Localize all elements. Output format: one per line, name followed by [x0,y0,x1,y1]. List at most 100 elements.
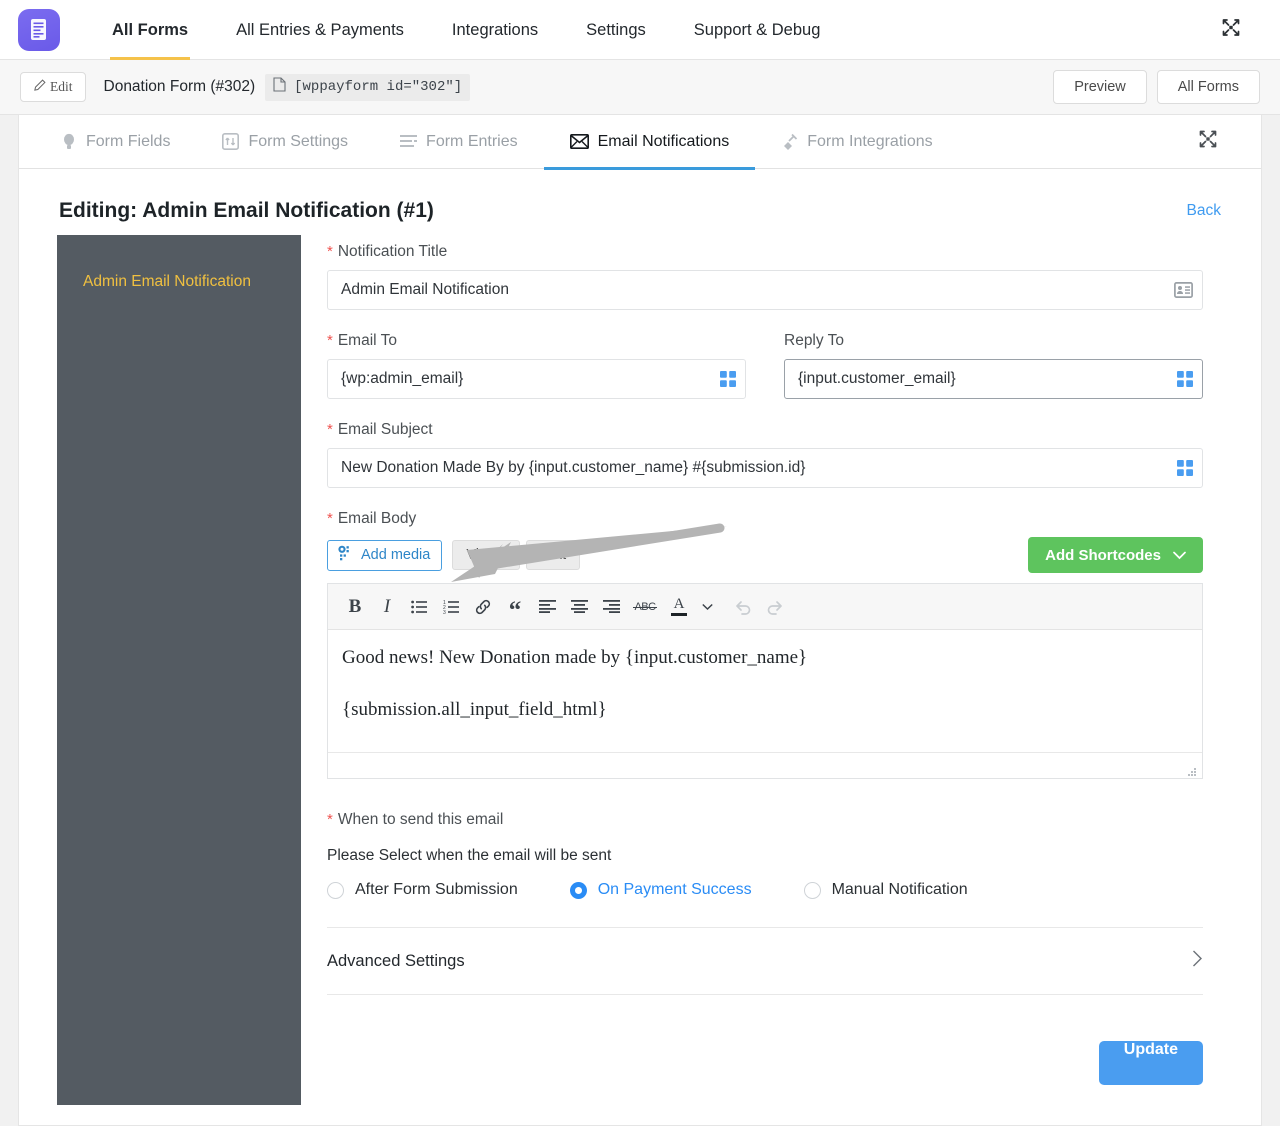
editing-header: Editing: Admin Email Notification (#1) B… [19,169,1261,235]
preview-label: Preview [1074,79,1126,95]
tab-label: Form Entries [426,132,518,150]
topnav-item-integrations[interactable]: Integrations [428,0,562,60]
email-subject-input[interactable] [327,448,1203,488]
tab-form-integrations[interactable]: Form Integrations [755,115,958,169]
reply-to-label: Reply To [784,332,1203,350]
page-title: Editing: Admin Email Notification (#1) [59,199,434,222]
text-color-icon[interactable]: A [664,592,694,622]
chevron-down-icon [1173,547,1186,564]
notification-list-sidebar: Admin Email Notification [57,235,301,1105]
tab-label: Form Integrations [807,132,933,150]
topnav-label: All Forms [112,20,189,39]
text-color-swatch [671,613,687,616]
tab-email-notifications[interactable]: Email Notifications [543,115,756,170]
update-button[interactable]: Update [1098,1041,1203,1085]
tab-label: Form Settings [248,132,349,150]
editor-actions-row: Add media Visual Text Add Shortcodes [327,537,1203,573]
align-right-icon[interactable] [596,592,626,622]
align-center-icon[interactable] [564,592,594,622]
topnav-item-settings[interactable]: Settings [562,0,670,60]
tab-label: Form Fields [86,132,171,150]
label-text: Email To [337,332,397,349]
label-text: Email Body [337,510,417,527]
topnav-label: Settings [586,20,646,39]
radio-label: On Payment Success [597,881,752,898]
blockquote-icon[interactable]: “ [500,592,530,623]
add-media-button[interactable]: Add media [327,539,443,571]
strikethrough-icon[interactable]: ABC [628,592,662,622]
when-to-send-label: * When to send this email [327,811,1203,829]
visual-label: Visual [466,547,506,563]
add-shortcodes-button[interactable]: Add Shortcodes [1028,537,1203,573]
radio-after-form-submission[interactable]: After Form Submission [327,881,518,899]
expand-arrows-icon[interactable] [1220,16,1242,43]
edit-form-button[interactable]: Edit [20,72,86,102]
edit-label: Edit [50,79,73,94]
shortcode-grid-icon[interactable] [1177,371,1193,387]
email-body-content[interactable]: Good news! New Donation made by {input.c… [328,630,1202,752]
topnav-label: Integrations [451,20,539,39]
tab-form-settings[interactable]: Form Settings [196,115,374,169]
radio-on-payment-success[interactable]: On Payment Success [569,881,752,899]
radio-circle-icon [803,881,821,899]
color-dropdown-icon[interactable] [696,592,718,622]
advanced-settings-label: Advanced Settings [327,951,465,970]
align-left-icon[interactable] [532,592,562,622]
email-to-input[interactable] [327,359,746,399]
notification-form: * Notification Title Admin Email Notific… [301,235,1261,1125]
brand-logo[interactable] [18,8,60,51]
undo-icon[interactable] [728,592,758,622]
advanced-settings-row[interactable]: Advanced Settings [327,927,1203,995]
editor-split: Admin Email Notification * Notification … [19,235,1261,1125]
media-photos-icon [337,545,354,565]
italic-icon[interactable]: I [372,592,402,622]
all-forms-button[interactable]: All Forms [1156,70,1260,104]
redo-icon[interactable] [760,592,790,622]
document-stack-icon [27,17,51,43]
topnav-item-all-forms[interactable]: All Forms [88,0,212,60]
add-media-label: Add media [361,547,431,563]
preview-button[interactable]: Preview [1053,70,1147,104]
label-text: Email Subject [337,421,433,438]
link-icon[interactable] [468,592,498,622]
strikethrough-label: ABC [633,600,657,613]
form-shortcode-chip[interactable]: [wppayform id="302"] [265,73,471,101]
tab-form-entries[interactable]: Form Entries [374,115,544,169]
shortcode-grid-icon[interactable] [720,371,736,387]
tab-label: Email Notifications [597,132,730,150]
topnav-item-support-debug[interactable]: Support & Debug [670,0,845,60]
back-link[interactable]: Back [1187,202,1221,220]
text-color-letter: A [673,596,685,612]
radio-manual-notification[interactable]: Manual Notification [803,881,968,899]
shortcode-grid-icon[interactable] [1177,460,1193,476]
when-to-send-help: Please Select when the email will be sen… [327,847,612,864]
main-panel: Form Fields Form Settings Form Entries E… [18,115,1262,1126]
all-forms-label: All Forms [1177,79,1239,95]
editor-status-bar [328,752,1202,778]
editor-mode-switch: Visual Text [452,540,581,570]
add-shortcodes-label: Add Shortcodes [1045,546,1161,564]
email-subject-label: * Email Subject [327,421,1203,439]
topnav-item-all-entries-payments[interactable]: All Entries & Payments [212,0,428,60]
resize-handle-icon[interactable] [1187,764,1197,776]
bullet-list-icon[interactable] [404,592,434,622]
email-body-label: * Email Body [327,510,1203,528]
topnav-label: Support & Debug [693,20,821,39]
bold-icon[interactable]: B [340,592,370,622]
text-tab-button[interactable]: Text [525,540,581,570]
tab-form-fields[interactable]: Form Fields [53,115,196,169]
sidebar-item-label: Admin Email Notification [83,273,251,290]
form-editor-tabs: Form Fields Form Settings Form Entries E… [19,115,1261,170]
numbered-list-icon[interactable]: 123 [436,592,466,622]
visual-tab-button[interactable]: Visual [452,540,520,570]
reply-to-input[interactable] [784,359,1203,399]
expand-arrows-icon[interactable] [1197,128,1227,155]
id-card-icon[interactable] [1174,282,1193,298]
pencil-icon [33,78,46,96]
notification-title-label: * Notification Title [327,243,1203,261]
form-header-bar: Edit Donation Form (#302) [wppayform id=… [0,60,1280,115]
plug-icon [781,133,798,150]
sidebar-item-admin-email-notification[interactable]: Admin Email Notification [57,259,301,305]
notification-title-input[interactable] [327,270,1203,310]
lightbulb-icon [61,133,77,151]
